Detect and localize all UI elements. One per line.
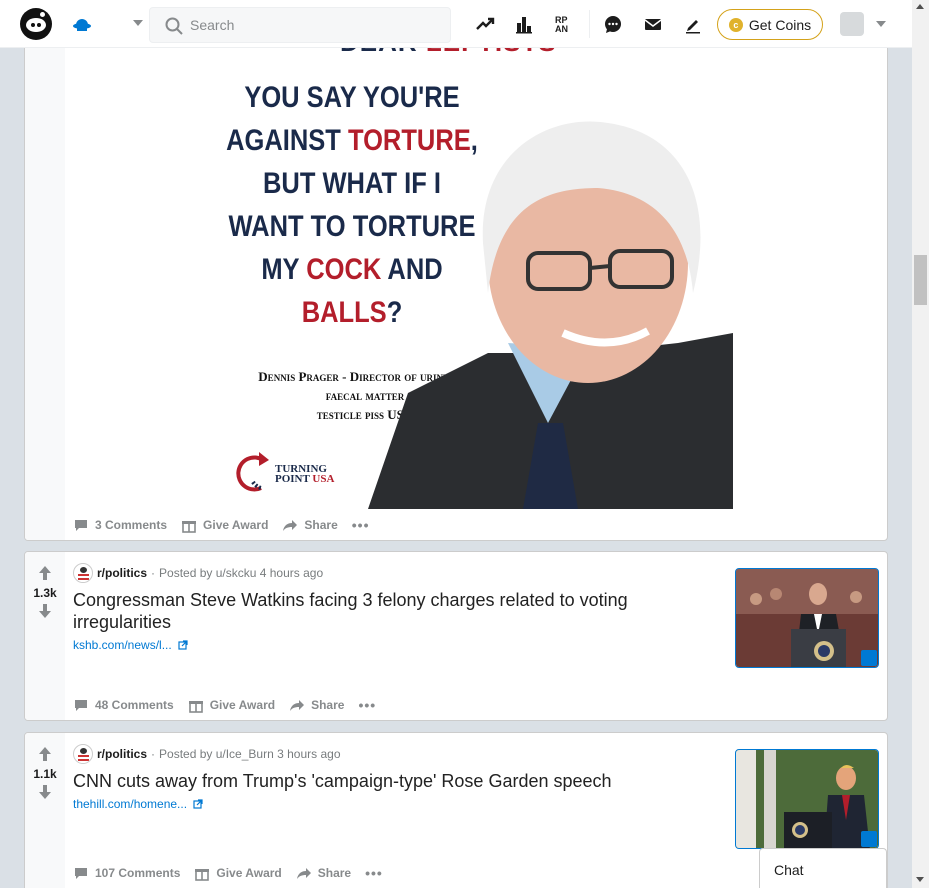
separator: · xyxy=(151,566,156,580)
mail-icon[interactable] xyxy=(642,13,664,35)
gift-icon xyxy=(188,701,203,713)
post-card[interactable]: 1.3k r/politics · Posted by u/skcku 4 ho… xyxy=(24,551,888,721)
get-coins-label: Get Coins xyxy=(748,16,812,33)
post-meta: r/politics · Posted by u/Ice_Burn 3 hour… xyxy=(73,744,341,764)
vote-column: 1.1k xyxy=(25,733,65,888)
more-options-button[interactable]: ••• xyxy=(365,865,383,881)
svg-text:AN: AN xyxy=(555,24,568,34)
chat-button[interactable]: Chat xyxy=(759,848,887,888)
comments-button[interactable]: 3 Comments xyxy=(73,517,167,533)
share-icon xyxy=(290,700,305,711)
more-options-button[interactable]: ••• xyxy=(358,697,376,713)
search-input[interactable] xyxy=(190,8,440,42)
scrollbar-thumb[interactable] xyxy=(914,255,927,305)
post-actions: 48 Comments Give Award Share ••• xyxy=(73,697,390,713)
post-thumbnail[interactable] xyxy=(735,568,879,668)
upvote-icon[interactable] xyxy=(39,747,51,761)
comments-button[interactable]: 107 Comments xyxy=(73,865,180,881)
scroll-up-icon[interactable] xyxy=(916,4,924,9)
create-post-icon[interactable] xyxy=(682,13,704,35)
downvote-icon[interactable] xyxy=(39,604,51,618)
comment-icon xyxy=(75,700,87,711)
subreddit-icon[interactable] xyxy=(73,563,93,583)
top-nav-bar: RP AN c Get Coins xyxy=(0,0,912,48)
upvote-icon[interactable] xyxy=(39,566,51,580)
share-button[interactable]: Share xyxy=(296,865,351,881)
post-title[interactable]: CNN cuts away from Trump's 'campaign-typ… xyxy=(73,770,673,792)
posted-by[interactable]: Posted by u/Ice_Burn xyxy=(159,747,274,761)
post-image[interactable]: DEAR LEFTISTS YOU SAY YOU'RE AGAINST TOR… xyxy=(65,41,733,509)
thumbnail-image xyxy=(736,569,878,667)
share-icon xyxy=(283,520,298,531)
post-time[interactable]: 4 hours ago xyxy=(260,566,323,580)
give-award-button[interactable]: Give Award xyxy=(188,697,275,713)
vote-score: 1.1k xyxy=(33,767,57,781)
external-link-icon xyxy=(861,650,877,666)
external-link-icon xyxy=(193,799,203,809)
share-button[interactable]: Share xyxy=(282,517,338,533)
divider xyxy=(589,10,590,38)
chat-icon[interactable] xyxy=(602,13,624,35)
post-thumbnail[interactable] xyxy=(735,749,879,849)
vote-column xyxy=(25,41,65,540)
avatar-icon[interactable] xyxy=(840,12,864,36)
separator: · xyxy=(151,747,156,761)
home-icon[interactable] xyxy=(72,14,92,34)
comment-icon xyxy=(75,868,87,879)
give-award-button[interactable]: Give Award xyxy=(194,865,282,881)
trending-icon[interactable] xyxy=(474,13,496,35)
post-card[interactable]: DEAR LEFTISTS YOU SAY YOU'RE AGAINST TOR… xyxy=(24,40,888,541)
chat-label: Chat xyxy=(774,862,804,878)
scroll-down-icon[interactable] xyxy=(916,877,924,882)
vote-column: 1.3k xyxy=(25,552,65,720)
chevron-down-icon[interactable] xyxy=(876,21,886,27)
post-meta: r/politics · Posted by u/skcku 4 hours a… xyxy=(73,563,323,583)
search-icon xyxy=(165,17,183,35)
post-title[interactable]: Congressman Steve Watkins facing 3 felon… xyxy=(73,589,673,633)
external-link-icon xyxy=(178,640,188,650)
search-bar[interactable] xyxy=(149,7,451,43)
downvote-icon[interactable] xyxy=(39,785,51,799)
gift-icon xyxy=(182,521,197,533)
subreddit-icon[interactable] xyxy=(73,744,93,764)
person-photo xyxy=(368,121,733,509)
stats-icon[interactable] xyxy=(513,13,535,35)
rpan-icon[interactable]: RP AN xyxy=(553,13,575,35)
post-link[interactable]: thehill.com/homene... xyxy=(73,797,203,811)
scrollbar[interactable] xyxy=(912,0,929,888)
external-link-icon xyxy=(861,831,877,847)
share-icon xyxy=(296,868,311,879)
post-time[interactable]: 3 hours ago xyxy=(277,747,340,761)
more-options-button[interactable]: ••• xyxy=(352,517,370,533)
post-link[interactable]: kshb.com/news/l... xyxy=(73,638,188,652)
comment-icon xyxy=(75,520,87,531)
post-actions: 107 Comments Give Award Share ••• xyxy=(73,865,397,881)
chevron-down-icon[interactable] xyxy=(133,20,143,26)
get-coins-button[interactable]: c Get Coins xyxy=(717,9,823,40)
posted-by[interactable]: Posted by u/skcku xyxy=(159,566,256,580)
comments-button[interactable]: 48 Comments xyxy=(73,697,174,713)
post-actions: 3 Comments Give Award Share ••• xyxy=(73,517,383,533)
subreddit-link[interactable]: r/politics xyxy=(97,566,147,580)
reddit-logo-icon[interactable] xyxy=(20,8,52,40)
vote-score: 1.3k xyxy=(33,586,57,600)
turning-point-logo-text: TURNING POINT USA xyxy=(275,463,335,485)
thumbnail-image xyxy=(736,750,878,848)
subreddit-link[interactable]: r/politics xyxy=(97,747,147,761)
coin-icon: c xyxy=(728,17,743,32)
gift-icon xyxy=(195,869,210,881)
give-award-button[interactable]: Give Award xyxy=(181,517,268,533)
share-button[interactable]: Share xyxy=(289,697,344,713)
